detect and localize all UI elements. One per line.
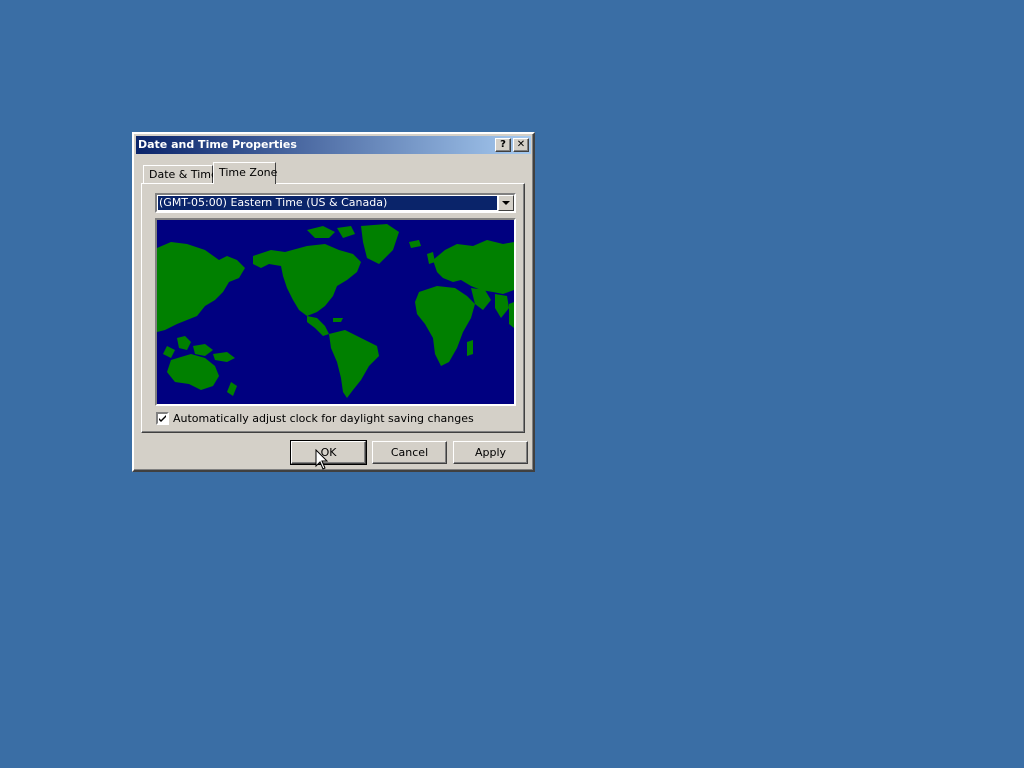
tab-time-zone[interactable]: Time Zone — [213, 162, 277, 184]
date-time-properties-window: Date and Time Properties ? ✕ Date & Time… — [132, 132, 535, 472]
world-map-icon — [157, 220, 514, 404]
checkmark-icon — [159, 415, 166, 422]
time-zone-panel: (GMT-05:00) Eastern Time (US & Canada) A… — [141, 183, 525, 433]
tab-date-time[interactable]: Date & Time — [143, 165, 218, 183]
time-zone-dropdown[interactable]: (GMT-05:00) Eastern Time (US & Canada) — [155, 193, 516, 213]
help-icon[interactable]: ? — [495, 138, 511, 152]
time-zone-selected-value: (GMT-05:00) Eastern Time (US & Canada) — [158, 196, 497, 210]
title-bar[interactable]: Date and Time Properties ? ✕ — [136, 136, 531, 154]
chevron-down-icon[interactable] — [498, 195, 514, 211]
daylight-saving-label: Automatically adjust clock for daylight … — [173, 412, 474, 425]
mouse-cursor-icon — [315, 449, 329, 470]
world-map[interactable] — [155, 218, 516, 406]
window-title: Date and Time Properties — [138, 138, 297, 151]
close-icon[interactable]: ✕ — [513, 138, 529, 152]
daylight-saving-checkbox[interactable] — [156, 412, 169, 425]
apply-button[interactable]: Apply — [453, 441, 528, 464]
cancel-button[interactable]: Cancel — [372, 441, 447, 464]
